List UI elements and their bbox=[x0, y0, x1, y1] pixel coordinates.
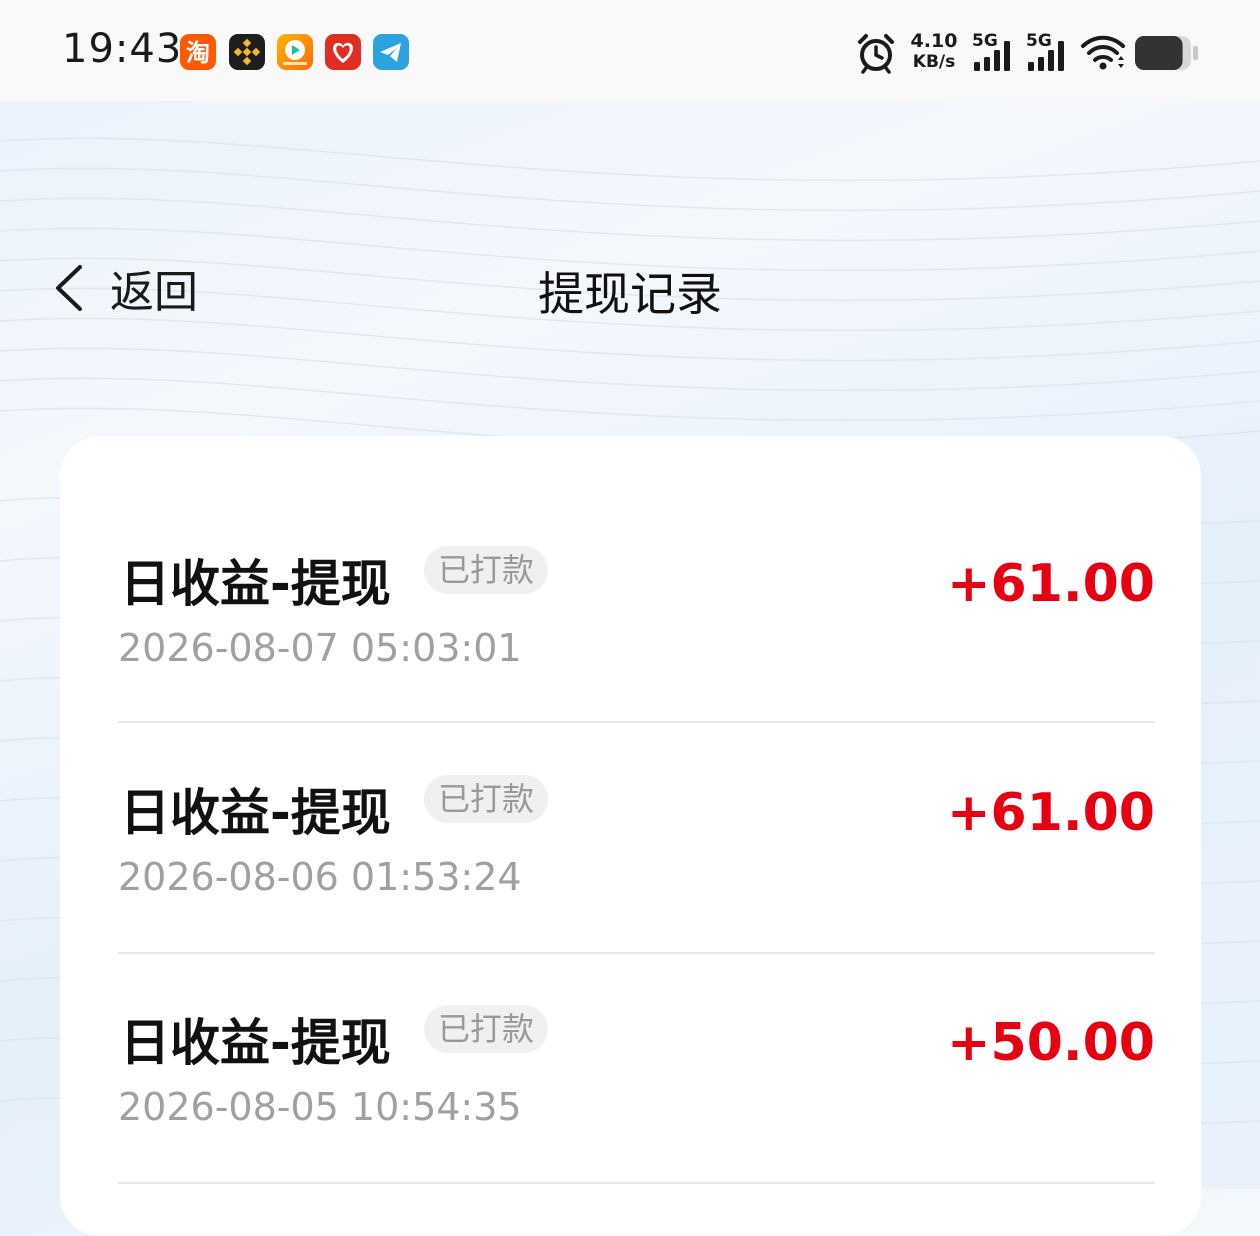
withdrawal-record-card: 日收益-提现 已打款 2026-08-07 05:03:01 +61.00 日收… bbox=[60, 436, 1201, 1236]
record-title: 日收益-提现 bbox=[120, 555, 391, 613]
record-time: 2026-08-05 10:54:35 bbox=[118, 1085, 522, 1129]
network-speed: 4.10 KB/s bbox=[910, 31, 958, 73]
status-bar: 19:43 淘 4.10 KB/s 5G 5G bbox=[0, 0, 1260, 101]
status-time: 19:43 bbox=[62, 26, 183, 72]
record-time: 2026-08-07 05:03:01 bbox=[118, 626, 522, 670]
back-button[interactable]: 返回 bbox=[50, 255, 198, 321]
taobao-icon: 淘 bbox=[180, 34, 216, 70]
record-title: 日收益-提现 bbox=[120, 1014, 391, 1072]
back-label: 返回 bbox=[110, 267, 198, 318]
sim2-signal: 5G bbox=[1026, 31, 1072, 73]
video-app-icon bbox=[277, 34, 313, 70]
record-amount: +50.00 bbox=[946, 1013, 1155, 1073]
status-badge: 已打款 bbox=[424, 546, 549, 594]
sim1-signal: 5G bbox=[972, 31, 1018, 73]
signal-bars-icon bbox=[1028, 41, 1064, 71]
signal-bars-icon bbox=[974, 41, 1010, 71]
status-badge: 已打款 bbox=[424, 1005, 549, 1053]
network-speed-value: 4.10 bbox=[910, 30, 958, 52]
page-title: 提现记录 bbox=[538, 267, 722, 321]
binance-icon bbox=[229, 34, 265, 70]
svg-text:淘: 淘 bbox=[186, 39, 210, 67]
battery-icon bbox=[1135, 36, 1198, 70]
record-amount: +61.00 bbox=[946, 783, 1155, 843]
record-amount: +61.00 bbox=[946, 554, 1155, 614]
record-item[interactable]: 日收益-提现 已打款 2026-08-06 01:53:24 +61.00 bbox=[118, 723, 1155, 954]
wifi-icon bbox=[1081, 35, 1125, 70]
status-badge: 已打款 bbox=[424, 775, 549, 823]
record-item[interactable]: 日收益-提现 已打款 2026-08-05 10:54:35 +50.00 bbox=[118, 953, 1155, 1184]
network-speed-unit: KB/s bbox=[912, 52, 956, 72]
alarm-clock-icon bbox=[858, 34, 894, 74]
record-time: 2026-08-06 01:53:24 bbox=[118, 855, 522, 899]
chevron-left-icon bbox=[56, 265, 82, 311]
pinduoduo-icon bbox=[325, 34, 361, 70]
record-title: 日收益-提现 bbox=[120, 784, 391, 842]
telegram-icon bbox=[373, 34, 409, 70]
record-item[interactable]: 日收益-提现 已打款 2026-08-07 05:03:01 +61.00 bbox=[118, 436, 1155, 723]
